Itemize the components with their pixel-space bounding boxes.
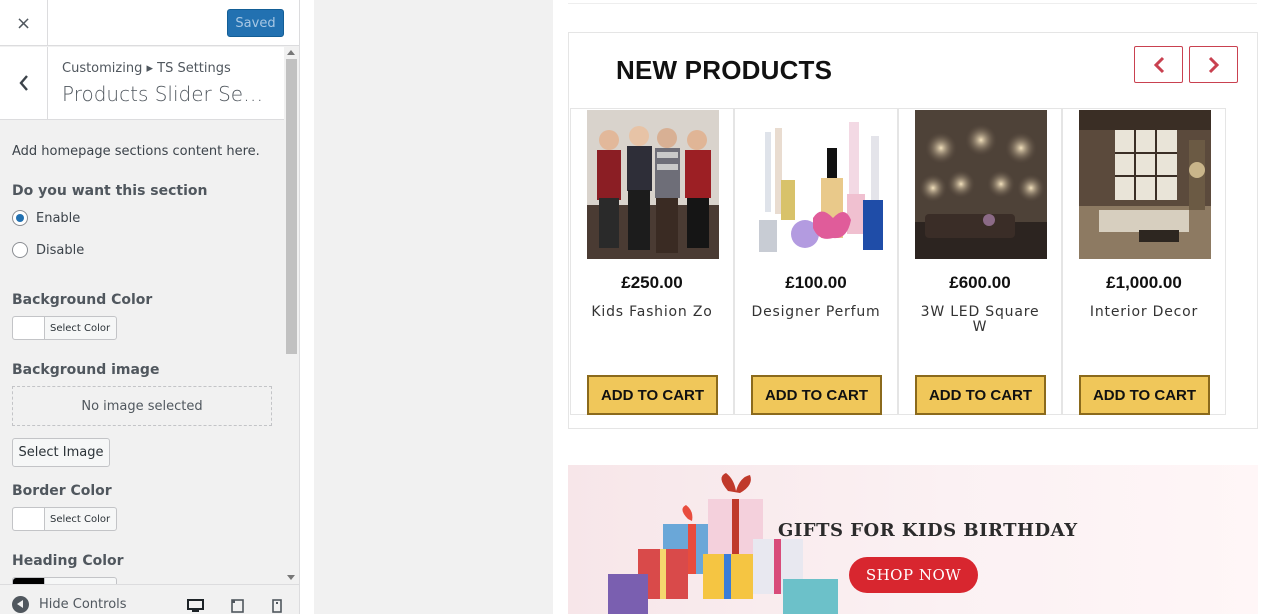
wall-lights-image[interactable] [915,110,1047,259]
breadcrumb: Customizing ▸ TS Settings [62,61,231,76]
living-room-image[interactable] [1079,110,1211,259]
hide-controls-button[interactable]: Hide Controls [12,596,127,613]
section-header: Customizing ▸ TS Settings Products Slide… [0,47,284,120]
chevron-right-icon [1208,56,1219,73]
hide-controls-label: Hide Controls [39,597,127,612]
disable-radio-row[interactable]: Disable [12,242,84,258]
add-to-cart-button[interactable]: ADD TO CART [751,375,882,415]
heading-color-title: Heading Color [12,553,124,569]
product-name[interactable]: Designer Perfum [749,305,883,320]
border-color-button-label: Select Color [50,513,111,525]
product-price: £1,000.00 [1106,273,1182,292]
banner-title: GIFTS FOR KIDS BIRTHDAY [778,520,1078,541]
product-price: £250.00 [621,273,683,292]
preview-side-area [314,0,553,614]
customizer-header: × Saved [0,0,299,46]
product-name[interactable]: Kids Fashion Zo [585,305,719,320]
add-to-cart-button[interactable]: ADD TO CART [587,375,718,415]
perfume-image[interactable] [751,110,883,259]
new-products-section: NEW PRODUCTS £250.00 Kids Fashion Zo ADD… [568,32,1258,429]
close-customizer-button[interactable]: × [0,0,48,46]
background-color-picker[interactable]: Select Color [12,316,117,340]
customizer-sidebar: × Saved Customizing ▸ TS Settings Produc… [0,0,300,614]
background-color-button-label: Select Color [50,322,111,334]
product-price: £600.00 [949,273,1011,292]
product-name[interactable]: 3W LED Square W [913,305,1047,335]
no-image-placeholder: No image selected [12,386,272,426]
sidebar-scrollbar[interactable] [285,47,299,584]
top-divider [568,0,1257,4]
scroll-up-icon[interactable] [287,50,295,55]
border-color-title: Border Color [12,483,112,499]
site-preview: NEW PRODUCTS £250.00 Kids Fashion Zo ADD… [553,0,1286,614]
product-card[interactable]: £1,000.00 Interior Decor ADD TO CART [1062,108,1226,415]
customizer-footer: Hide Controls [0,584,299,614]
product-name[interactable]: Interior Decor [1077,305,1211,320]
gift-boxes-image [608,473,838,614]
background-color-swatch [13,317,45,339]
chevron-left-icon [18,75,28,91]
section-description: Add homepage sections content here. [12,144,260,159]
slider-next-button[interactable] [1189,46,1238,83]
disable-label: Disable [36,242,85,258]
collapse-arrow-icon [12,596,29,613]
tablet-preview-icon[interactable] [231,599,244,613]
section-toggle-title: Do you want this section [12,183,208,199]
add-to-cart-button[interactable]: ADD TO CART [1079,375,1210,415]
section-title: Products Slider Secti… [62,82,272,106]
enable-label: Enable [36,210,81,226]
birthday-gifts-banner: GIFTS FOR KIDS BIRTHDAY SHOP NOW [568,465,1258,614]
shop-now-button[interactable]: SHOP NOW [849,557,978,593]
enable-radio[interactable] [12,210,28,226]
desktop-preview-icon[interactable] [187,599,204,613]
product-card[interactable]: £100.00 Designer Perfum ADD TO CART [734,108,898,415]
background-image-title: Background image [12,362,160,378]
product-price: £100.00 [785,273,847,292]
product-card[interactable]: £250.00 Kids Fashion Zo ADD TO CART [570,108,734,415]
close-icon: × [15,12,32,34]
border-color-swatch [13,508,45,530]
scroll-down-icon[interactable] [287,575,295,580]
scrollbar-thumb[interactable] [286,59,297,354]
chevron-left-icon [1153,56,1164,73]
select-image-button[interactable]: Select Image [12,438,110,467]
kids-fashion-image[interactable] [587,110,719,259]
saved-button[interactable]: Saved [227,9,284,37]
add-to-cart-button[interactable]: ADD TO CART [915,375,1046,415]
disable-radio[interactable] [12,242,28,258]
border-color-picker[interactable]: Select Color [12,507,117,531]
slider-prev-button[interactable] [1134,46,1183,83]
product-card[interactable]: £600.00 3W LED Square W ADD TO CART [898,108,1062,415]
background-color-title: Background Color [12,292,153,308]
products-heading: NEW PRODUCTS [616,55,833,85]
mobile-preview-icon[interactable] [272,599,282,613]
enable-radio-row[interactable]: Enable [12,210,80,226]
back-button[interactable] [0,47,48,119]
preview-gutter [300,0,314,614]
